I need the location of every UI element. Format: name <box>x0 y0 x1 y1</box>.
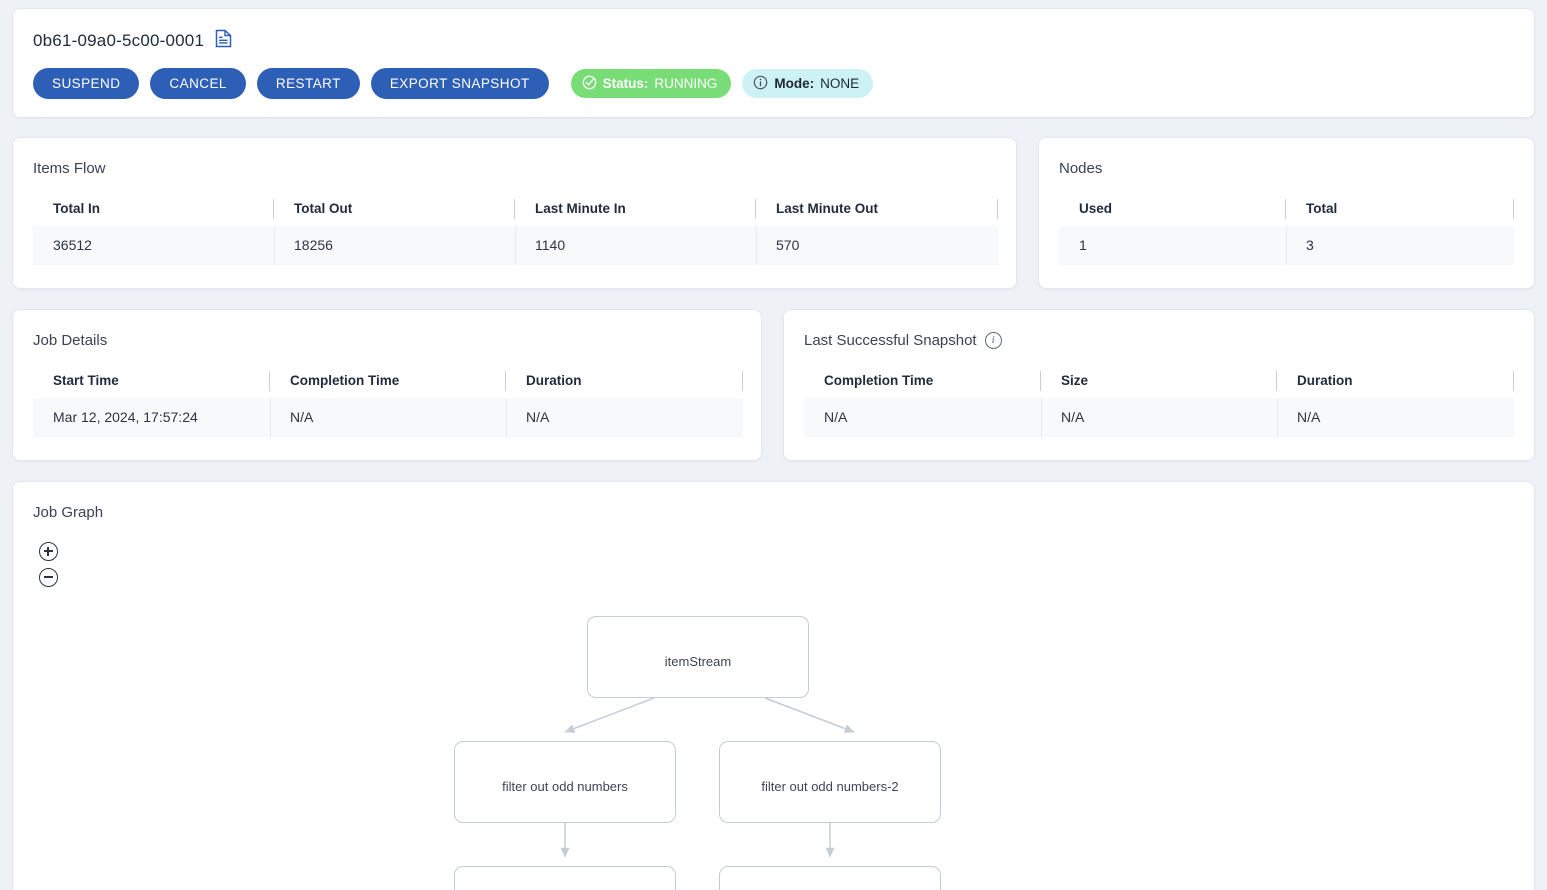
column-header-total: Total <box>1286 195 1514 226</box>
job-details-card: Job Details Start Time Completion Time D… <box>12 309 762 461</box>
mode-value: NONE <box>820 76 859 91</box>
column-header-completion-time: Completion Time <box>270 367 506 398</box>
check-circle-icon <box>582 75 597 93</box>
nodes-table: Used Total 1 3 <box>1059 195 1514 265</box>
cell-duration: N/A <box>1277 398 1514 437</box>
nodes-title: Nodes <box>1059 160 1102 177</box>
column-header-used: Used <box>1059 195 1286 226</box>
job-graph-canvas[interactable]: itemStream filter out odd numbers filter… <box>13 526 1536 890</box>
table-header-row: Completion Time Size Duration <box>804 367 1514 398</box>
job-header-card: 0b61-09a0-5c00-0001 SUSPEND CANCEL RESTA… <box>12 8 1535 118</box>
job-graph-card: Job Graph item <box>12 481 1535 890</box>
page-title: 0b61-09a0-5c00-0001 <box>33 31 204 51</box>
job-details-table: Start Time Completion Time Duration Mar … <box>33 367 743 437</box>
table-row: 1 3 <box>1059 226 1514 265</box>
table-header-row: Used Total <box>1059 195 1514 226</box>
column-header-total-in: Total In <box>33 195 274 226</box>
graph-node-filessink-test2[interactable]: filesSink(test2) <box>719 866 941 890</box>
column-header-last-minute-in: Last Minute In <box>515 195 756 226</box>
cell-start-time: Mar 12, 2024, 17:57:24 <box>33 398 270 437</box>
graph-node-label: itemStream <box>665 654 731 669</box>
cancel-button[interactable]: CANCEL <box>150 68 245 99</box>
items-flow-title: Items Flow <box>33 160 106 177</box>
column-header-duration: Duration <box>1277 367 1514 398</box>
graph-edges <box>13 526 1536 890</box>
export-snapshot-button[interactable]: EXPORT SNAPSHOT <box>371 68 549 99</box>
table-row: Mar 12, 2024, 17:57:24 N/A N/A <box>33 398 743 437</box>
graph-node-filter-out-odd-numbers-2[interactable]: filter out odd numbers-2 <box>719 741 941 823</box>
table-header-row: Total In Total Out Last Minute In Last M… <box>33 195 998 226</box>
table-row: N/A N/A N/A <box>804 398 1514 437</box>
document-icon[interactable] <box>215 29 232 53</box>
cell-total-in: 36512 <box>33 226 274 265</box>
snapshot-title-row: Last Successful Snapshot i <box>804 332 1002 349</box>
table-row: 36512 18256 1140 570 <box>33 226 998 265</box>
nodes-card: Nodes Used Total 1 3 <box>1038 137 1535 289</box>
cell-total-out: 18256 <box>274 226 515 265</box>
job-action-buttons: SUSPEND CANCEL RESTART EXPORT SNAPSHOT S… <box>33 68 873 99</box>
mode-label: Mode: <box>774 76 814 91</box>
table-header-row: Start Time Completion Time Duration <box>33 367 743 398</box>
job-details-title: Job Details <box>33 332 107 349</box>
info-circle-icon[interactable]: i <box>985 332 1002 349</box>
cell-size: N/A <box>1041 398 1277 437</box>
graph-node-itemstream[interactable]: itemStream <box>587 616 809 698</box>
suspend-button[interactable]: SUSPEND <box>33 68 139 99</box>
graph-node-filessink-test1[interactable]: filesSink(test1) <box>454 866 676 890</box>
info-circle-icon <box>753 75 768 93</box>
job-detail-page: 0b61-09a0-5c00-0001 SUSPEND CANCEL RESTA… <box>0 0 1547 890</box>
column-header-start-time: Start Time <box>33 367 270 398</box>
column-header-completion-time: Completion Time <box>804 367 1041 398</box>
status-value: RUNNING <box>654 76 717 91</box>
snapshot-title: Last Successful Snapshot <box>804 332 977 349</box>
status-label: Status: <box>603 76 649 91</box>
cell-completion-time: N/A <box>270 398 506 437</box>
column-header-total-out: Total Out <box>274 195 515 226</box>
last-successful-snapshot-card: Last Successful Snapshot i Completion Ti… <box>783 309 1535 461</box>
job-id-row: 0b61-09a0-5c00-0001 <box>33 29 232 53</box>
graph-node-filter-out-odd-numbers[interactable]: filter out odd numbers <box>454 741 676 823</box>
edge-itemstream-filter2 <box>765 698 854 732</box>
column-header-size: Size <box>1041 367 1277 398</box>
cell-completion-time: N/A <box>804 398 1041 437</box>
column-header-last-minute-out: Last Minute Out <box>756 195 998 226</box>
graph-node-label: filter out odd numbers <box>502 779 628 794</box>
job-graph-title: Job Graph <box>33 504 103 521</box>
status-badge: Status: RUNNING <box>571 69 732 98</box>
cell-duration: N/A <box>506 398 743 437</box>
column-header-duration: Duration <box>506 367 743 398</box>
items-flow-table: Total In Total Out Last Minute In Last M… <box>33 195 998 265</box>
cell-total: 3 <box>1286 226 1514 265</box>
restart-button[interactable]: RESTART <box>257 68 360 99</box>
graph-node-label: filter out odd numbers-2 <box>761 779 898 794</box>
cell-last-minute-out: 570 <box>756 226 998 265</box>
snapshot-table: Completion Time Size Duration N/A N/A N/… <box>804 367 1514 437</box>
cell-last-minute-in: 1140 <box>515 226 756 265</box>
edge-itemstream-filter1 <box>565 698 654 732</box>
mode-badge: Mode: NONE <box>742 69 873 98</box>
items-flow-card: Items Flow Total In Total Out Last Minut… <box>12 137 1017 289</box>
cell-used: 1 <box>1059 226 1286 265</box>
